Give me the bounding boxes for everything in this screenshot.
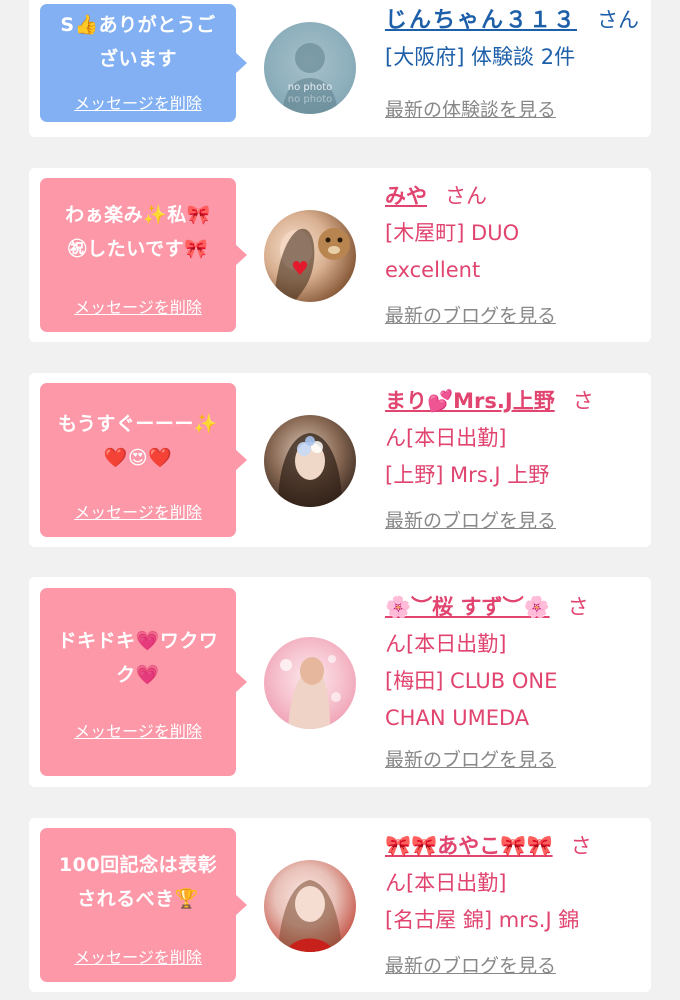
work-status: ん[本日出勤]	[385, 871, 507, 895]
latest-blog-link[interactable]: 最新のブログを見る	[385, 301, 556, 328]
delete-message-link[interactable]: メッセージを削除	[40, 90, 236, 114]
message-bubble: もうすぐーーー✨ ❤️😍❤️ メッセージを削除	[40, 383, 247, 537]
work-status: ん[本日出勤]	[385, 632, 507, 656]
user-meta: CHAN UMEDA	[385, 706, 530, 730]
user-meta: [梅田] CLUB ONE	[385, 669, 558, 693]
user-meta: [大阪府] 体験談 2件	[385, 45, 576, 69]
user-meta: [名古屋 錦] mrs.J 錦	[385, 908, 580, 932]
honorific: さ	[572, 389, 594, 413]
delete-message-link[interactable]: メッセージを削除	[40, 499, 236, 523]
avatar[interactable]	[264, 860, 356, 952]
message-text-line: ク💗	[116, 664, 160, 686]
user-meta: [木屋町] DUO	[385, 221, 520, 245]
user-photo	[280, 655, 341, 729]
message-bubble: わぁ楽み✨私🎀 ㊗したいです🎀 メッセージを削除	[40, 178, 247, 332]
message-text-line: S👍ありがとうご	[60, 14, 216, 36]
avatar[interactable]	[264, 637, 356, 729]
honorific: さん	[445, 184, 487, 208]
user-photo	[278, 433, 342, 507]
user-info: 🌸︶桜 すず︶🌸 さ ん[本日出勤] [梅田] CLUB ONE CHAN UME…	[385, 589, 641, 737]
message-bubble: ドキドキ💗ワクワ ク💗 メッセージを削除	[40, 588, 247, 776]
avatar[interactable]: no photo no photo	[264, 22, 356, 114]
work-status: ん[本日出勤]	[385, 426, 507, 450]
user-meta: excellent	[385, 258, 481, 282]
no-photo-label: no photo	[288, 94, 332, 105]
message-text-line: 100回記念は表彰	[58, 854, 218, 876]
message-text-line: ざいます	[98, 48, 177, 70]
user-info: じんちゃん３１３ さん [大阪府] 体験談 2件	[385, 2, 641, 76]
user-name-link[interactable]: まり💕Mrs.J上野	[385, 389, 555, 413]
message-text-line: もうすぐーーー✨	[57, 413, 219, 435]
delete-message-link[interactable]: メッセージを削除	[40, 294, 236, 318]
message-card: もうすぐーーー✨ ❤️😍❤️ メッセージを削除 まり💕Mrs.J上野さ ん[本日…	[29, 373, 651, 547]
message-text: もうすぐーーー✨ ❤️😍❤️	[46, 407, 230, 475]
message-text-line: ドキドキ💗ワクワ	[57, 630, 219, 652]
delete-message-link[interactable]: メッセージを削除	[40, 944, 236, 968]
user-name-link[interactable]: みや	[385, 184, 427, 208]
user-name-link[interactable]: 🌸︶桜 すず︶🌸	[385, 595, 550, 619]
message-card: 100回記念は表彰 されるべき🏆 メッセージを削除 🎀🎀あやこ🎀🎀 さ ん[本日出…	[29, 818, 651, 992]
avatar[interactable]	[264, 415, 356, 507]
message-text-line: されるべき🏆	[77, 888, 199, 910]
user-meta: [上野] Mrs.J 上野	[385, 463, 550, 487]
message-text-line: ㊗したいです🎀	[67, 238, 209, 260]
delete-message-link[interactable]: メッセージを削除	[40, 718, 236, 742]
latest-blog-link[interactable]: 最新のブログを見る	[385, 951, 556, 978]
user-info: みや さん [木屋町] DUO excellent	[385, 178, 641, 289]
user-info: 🎀🎀あやこ🎀🎀 さ ん[本日出勤] [名古屋 錦] mrs.J 錦	[385, 828, 641, 939]
honorific: さ	[570, 834, 592, 858]
latest-blog-link[interactable]: 最新のブログを見る	[385, 745, 556, 772]
message-bubble: S👍ありがとうご ざいます メッセージを削除	[40, 4, 247, 122]
message-feed: S👍ありがとうご ざいます メッセージを削除 no photo no photo…	[0, 0, 680, 1000]
message-card: ドキドキ💗ワクワ ク💗 メッセージを削除 🌸︶桜 すず︶🌸 さ ん[本日出勤] […	[29, 577, 651, 787]
message-text-line: ❤️😍❤️	[103, 447, 173, 469]
message-text: S👍ありがとうご ざいます	[46, 8, 230, 76]
no-photo-silhouette-icon: no photo no photo	[282, 43, 338, 114]
user-name-link[interactable]: じんちゃん３１３	[385, 8, 577, 33]
user-name-link[interactable]: 🎀🎀あやこ🎀🎀	[385, 834, 553, 858]
message-text: わぁ楽み✨私🎀 ㊗したいです🎀	[46, 198, 230, 266]
no-photo-label: no photo	[288, 82, 332, 93]
user-info: まり💕Mrs.J上野さ ん[本日出勤] [上野] Mrs.J 上野	[385, 383, 641, 494]
message-card: S👍ありがとうご ざいます メッセージを削除 no photo no photo…	[29, 0, 651, 137]
honorific: さ	[567, 595, 589, 619]
latest-review-link[interactable]: 最新の体験談を見る	[385, 95, 556, 122]
message-text-line: わぁ楽み✨私🎀	[65, 204, 211, 226]
latest-blog-link[interactable]: 最新のブログを見る	[385, 506, 556, 533]
message-text: ドキドキ💗ワクワ ク💗	[46, 624, 230, 692]
user-photo	[274, 228, 350, 302]
avatar[interactable]	[264, 210, 356, 302]
message-text: 100回記念は表彰 されるべき🏆	[46, 848, 230, 916]
honorific: さん	[597, 8, 640, 32]
message-card: わぁ楽み✨私🎀 ㊗したいです🎀 メッセージを削除 みや さん [木屋町] DUO …	[29, 168, 651, 342]
message-bubble: 100回記念は表彰 されるべき🏆 メッセージを削除	[40, 828, 247, 982]
user-photo	[278, 880, 342, 952]
